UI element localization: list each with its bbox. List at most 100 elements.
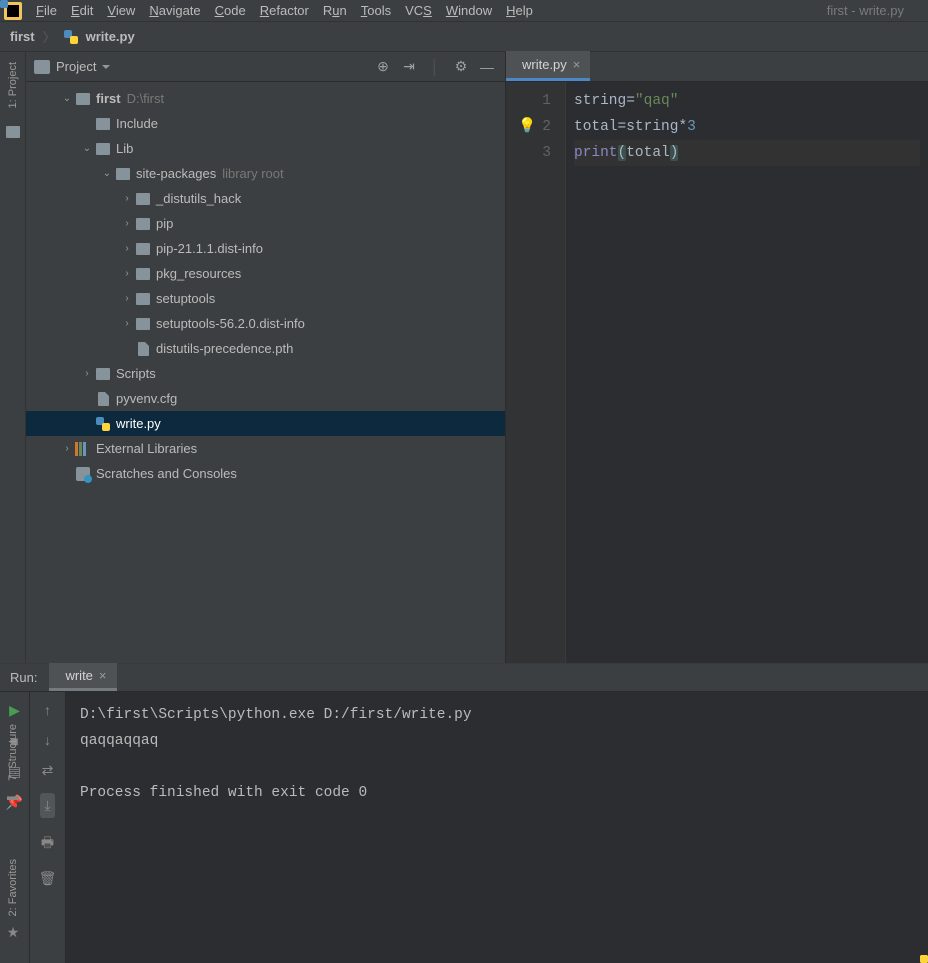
tree-node[interactable]: › pip: [26, 211, 505, 236]
run-tab-write[interactable]: write ×: [49, 663, 116, 691]
tree-node[interactable]: Include: [26, 111, 505, 136]
run-label: Run:: [10, 670, 37, 691]
folder-icon: [96, 118, 110, 130]
divider-icon: │: [425, 59, 445, 75]
run-tool-window: Run: write × ▶ ■ ▤ 📌 ↑ ↓ ⇄ ⤓ 🖶 🗑 D:\firs…: [0, 663, 928, 963]
chevron-right-icon[interactable]: ›: [120, 293, 134, 304]
folder-icon: [6, 126, 20, 138]
breadcrumb: first 〉 write.py: [0, 22, 928, 52]
editor-gutter: 1💡23: [506, 82, 566, 663]
chevron-right-icon[interactable]: ›: [120, 218, 134, 229]
run-toolbar-nav: ↑ ↓ ⇄ ⤓ 🖶 🗑: [30, 692, 66, 963]
chevron-down-icon[interactable]: [102, 65, 110, 73]
scratch-icon: [76, 467, 90, 481]
tree-label: site-packages: [136, 166, 216, 181]
folder-icon: [136, 318, 150, 330]
play-icon[interactable]: ▶: [9, 702, 20, 719]
menu-run[interactable]: Run: [323, 3, 347, 18]
tree-node[interactable]: Scratches and Consoles: [26, 461, 505, 486]
chevron-down-icon[interactable]: ⌄: [100, 168, 114, 179]
editor-tab-label: write.py: [522, 57, 567, 72]
tree-node[interactable]: ›External Libraries: [26, 436, 505, 461]
chevron-right-icon[interactable]: ›: [120, 243, 134, 254]
tree-node[interactable]: › _distutils_hack: [26, 186, 505, 211]
folder-icon: [76, 93, 90, 105]
chevron-right-icon[interactable]: ›: [80, 368, 94, 379]
breadcrumb-file[interactable]: write.py: [64, 29, 135, 44]
menu-file[interactable]: File: [36, 3, 57, 18]
tree-label: _distutils_hack: [156, 191, 241, 206]
tree-node[interactable]: ›pip-21.1.1.dist-info: [26, 236, 505, 261]
run-header: Run: write ×: [0, 664, 928, 692]
tree-hint: library root: [222, 166, 283, 181]
line-number: 💡2: [506, 114, 551, 140]
menu-navigate[interactable]: Navigate: [149, 3, 200, 18]
scroll-icon[interactable]: ⤓: [40, 793, 54, 818]
close-icon[interactable]: ×: [573, 57, 581, 72]
project-tree[interactable]: ⌄firstD:\firstInclude⌄Lib⌄site-packagesl…: [26, 82, 505, 663]
chevron-down-icon[interactable]: ⌄: [60, 93, 74, 104]
tree-node[interactable]: distutils-precedence.pth: [26, 336, 505, 361]
chevron-right-icon[interactable]: ›: [120, 318, 134, 329]
console-output[interactable]: D:\first\Scripts\python.exe D:/first/wri…: [66, 692, 928, 963]
close-icon[interactable]: ×: [99, 668, 107, 683]
menu-edit[interactable]: Edit: [71, 3, 93, 18]
python-file-icon: [64, 30, 78, 44]
project-header: Project ⊕ ⇥ │ ⚙ —: [26, 52, 505, 82]
menu-tools[interactable]: Tools: [361, 3, 391, 18]
code-line[interactable]: total=string*3: [574, 114, 920, 140]
locate-icon[interactable]: ⊕: [373, 58, 393, 75]
wrap-icon[interactable]: ⇄: [42, 762, 54, 779]
tool-tab-favorites[interactable]: 2: Favorites: [5, 855, 21, 920]
tree-label: Include: [116, 116, 158, 131]
menu-window[interactable]: Window: [446, 3, 492, 18]
chevron-right-icon[interactable]: ›: [120, 268, 134, 279]
print-icon[interactable]: 🖶: [41, 832, 54, 856]
tree-label: distutils-precedence.pth: [156, 341, 293, 356]
menu-refactor[interactable]: Refactor: [260, 3, 309, 18]
tree-label: pip: [156, 216, 173, 231]
code-line[interactable]: print(total): [574, 140, 920, 166]
tree-label: pyvenv.cfg: [116, 391, 177, 406]
tree-node[interactable]: ⌄Lib: [26, 136, 505, 161]
tree-label: setuptools: [156, 291, 215, 306]
minimize-icon[interactable]: —: [477, 59, 497, 75]
chevron-right-icon[interactable]: ›: [60, 443, 74, 454]
tree-label: pkg_resources: [156, 266, 241, 281]
code-line[interactable]: string="qaq": [574, 88, 920, 114]
tree-node[interactable]: ⌄ site-packages library root: [26, 161, 505, 186]
line-number: 3: [506, 140, 551, 166]
structure-icon: ▬: [7, 789, 19, 803]
project-header-title[interactable]: Project: [56, 59, 96, 74]
tree-hint: D:\first: [127, 91, 165, 106]
tree-node[interactable]: › pkg_resources: [26, 261, 505, 286]
editor-tab-write[interactable]: write.py ×: [506, 51, 590, 81]
menu-vcs[interactable]: VCS: [405, 3, 432, 18]
breadcrumb-root[interactable]: first: [10, 29, 35, 44]
star-icon: ★: [7, 924, 20, 941]
collapse-all-icon[interactable]: ⇥: [399, 58, 419, 75]
up-icon[interactable]: ↑: [44, 702, 51, 718]
tree-node[interactable]: ›setuptools-56.2.0.dist-info: [26, 311, 505, 336]
editor-code[interactable]: string="qaq"total=string*3print(total): [566, 82, 928, 663]
gear-icon[interactable]: ⚙: [451, 58, 471, 75]
file-icon: [138, 342, 149, 356]
trash-icon[interactable]: 🗑: [39, 870, 57, 887]
tree-node[interactable]: › setuptools: [26, 286, 505, 311]
tree-node[interactable]: pyvenv.cfg: [26, 386, 505, 411]
chevron-down-icon[interactable]: ⌄: [80, 143, 94, 154]
menu-help[interactable]: Help: [506, 3, 533, 18]
bulb-icon[interactable]: 💡: [518, 114, 536, 140]
tree-node[interactable]: ›Scripts: [26, 361, 505, 386]
tree-node[interactable]: ⌄firstD:\first: [26, 86, 505, 111]
menu-code[interactable]: Code: [215, 3, 246, 18]
chevron-right-icon[interactable]: ›: [120, 193, 134, 204]
folder-icon: [96, 143, 110, 155]
editor-body[interactable]: 1💡23 string="qaq"total=string*3print(tot…: [506, 82, 928, 663]
tool-tab-structure[interactable]: 7: Structure: [5, 720, 21, 785]
tool-tab-project[interactable]: 1: Project: [5, 58, 21, 112]
menu-view[interactable]: View: [107, 3, 135, 18]
file-icon: [98, 392, 109, 406]
tree-node[interactable]: write.py: [26, 411, 505, 436]
down-icon[interactable]: ↓: [44, 732, 51, 748]
